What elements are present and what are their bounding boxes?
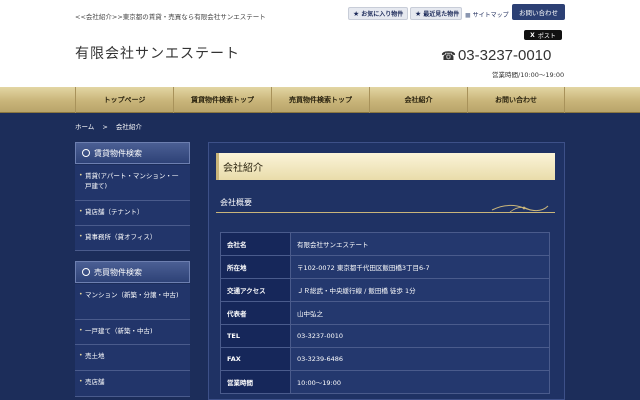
breadcrumb-home[interactable]: ホーム [75, 123, 94, 131]
row-value: 有限会社サンエステート [290, 232, 550, 256]
phone-icon: ☎ [441, 49, 456, 63]
company-info-table: 会社名 有限会社サンエステート 所在地 〒102-0072 東京都千代田区飯田橋… [220, 232, 550, 394]
recent-label: 最近見た物件 [423, 11, 460, 18]
favorites-label: お気に入り物件 [361, 11, 404, 18]
sitemap-link[interactable]: ■ サイトマップ [465, 10, 509, 19]
tagline: <<会社紹介>>東京都の賃貸・売買なら有限会社サンエステート [75, 13, 266, 21]
row-value: 10:00～19:00 [290, 370, 550, 394]
sidebar-rent-heading: 賃貸物件検索 [75, 142, 190, 164]
row-value: ＪＲ総武・中央緩行線 / 飯田橋 徒歩 1分 [290, 278, 550, 302]
table-row: TEL 03-3237-0010 [220, 324, 550, 348]
global-nav: トップページ 賃貸物件検索トップ 売買物件検索トップ 会社紹介 お問い合わせ [0, 87, 640, 113]
sidebar-sale-title: 売買物件検索 [94, 267, 142, 277]
page-title: 会社紹介 [216, 153, 555, 180]
x-icon: X [530, 31, 535, 39]
sidebar-item-rent-residential[interactable]: 賃貸(アパート・マンション・一戸建て) [75, 165, 190, 201]
sidebar-item-sale-shop[interactable]: 売店舗 [75, 371, 190, 397]
row-value: 山中弘之 [290, 301, 550, 325]
table-row: 代表者 山中弘之 [220, 301, 550, 325]
sidebar-item-rent-shop[interactable]: 貸店舗（テナント） [75, 201, 190, 226]
table-row: 交通アクセス ＪＲ総武・中央緩行線 / 飯田橋 徒歩 1分 [220, 278, 550, 302]
row-value: 〒102-0072 東京都千代田区飯田橋3丁目6-7 [290, 255, 550, 279]
table-row: 会社名 有限会社サンエステート [220, 232, 550, 256]
phone-text: 03-3237-0010 [457, 47, 552, 64]
row-label: 交通アクセス [220, 278, 291, 302]
ornament-icon [491, 204, 549, 213]
search-icon [82, 268, 90, 276]
nav-contact[interactable]: お問い合わせ [467, 87, 564, 113]
row-label: 所在地 [220, 255, 291, 279]
favorites-button[interactable]: ★ お気に入り物件 [348, 7, 408, 20]
sitemap-label: サイトマップ [472, 12, 509, 19]
row-value: 03-3239-6486 [290, 347, 550, 371]
breadcrumb-current: 会社紹介 [115, 123, 142, 131]
sidebar-item-sale-mansion[interactable]: マンション（新築・分譲・中古) [75, 284, 190, 320]
nav-rent-search[interactable]: 賃貸物件検索トップ [173, 87, 271, 113]
phone-number: ☎ 03-3237-0010 [441, 47, 551, 64]
post-button[interactable]: X ポスト [524, 30, 562, 40]
search-icon [82, 149, 90, 157]
nav-top-page[interactable]: トップページ [75, 87, 173, 113]
site-header: <<会社紹介>>東京都の賃貸・売買なら有限会社サンエステート 有限会社サンエステ… [0, 0, 640, 87]
row-value: 03-3237-0010 [290, 324, 550, 348]
table-row: FAX 03-3239-6486 [220, 347, 550, 371]
nav-company[interactable]: 会社紹介 [369, 87, 467, 113]
site-logo[interactable]: 有限会社サンエステート [75, 43, 240, 63]
contact-button[interactable]: お問い合わせ [512, 4, 565, 20]
row-label: TEL [220, 324, 291, 348]
nav-divider [564, 87, 565, 113]
table-row: 所在地 〒102-0072 東京都千代田区飯田橋3丁目6-7 [220, 255, 550, 279]
breadcrumb: ホーム > 会社紹介 [75, 121, 148, 131]
sidebar-item-sale-land[interactable]: 売土地 [75, 345, 190, 371]
bullet-icon: ■ [465, 12, 471, 19]
sidebar-rent-title: 賃貸物件検索 [94, 148, 142, 158]
breadcrumb-separator: > [102, 123, 108, 131]
row-label: 営業時間 [220, 370, 291, 394]
sidebar-sale-heading: 売買物件検索 [75, 261, 190, 283]
sidebar-item-rent-office[interactable]: 貸事務所（貸オフィス） [75, 226, 190, 251]
sidebar-item-sale-house[interactable]: 一戸建て（新築・中古) [75, 320, 190, 345]
star-icon: ★ [415, 9, 422, 18]
section-title: 会社概要 [220, 198, 252, 207]
row-label: 会社名 [220, 232, 291, 256]
star-icon: ★ [353, 9, 360, 18]
row-label: FAX [220, 347, 291, 371]
nav-sale-search[interactable]: 売買物件検索トップ [271, 87, 369, 113]
table-row: 営業時間 10:00～19:00 [220, 370, 550, 394]
post-label: ポスト [537, 32, 556, 40]
business-hours: 営業時間/10:00～19:00 [492, 71, 565, 79]
recent-button[interactable]: ★ 最近見た物件 [410, 7, 462, 20]
row-label: 代表者 [220, 301, 291, 325]
